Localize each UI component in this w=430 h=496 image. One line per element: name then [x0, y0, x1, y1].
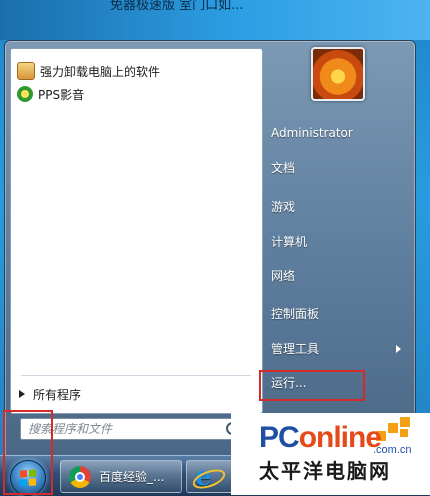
games-link[interactable]: 游戏: [271, 194, 407, 220]
search-input[interactable]: 搜索程序和文件: [20, 418, 243, 440]
all-programs-button[interactable]: 所有程序: [19, 382, 81, 406]
user-name-link[interactable]: Administrator: [271, 120, 407, 146]
watermark-brand: PConline: [259, 421, 382, 454]
program-item-uninstaller[interactable]: 强力卸载电脑上的软件: [17, 60, 160, 82]
ie-icon: e: [190, 464, 228, 492]
programs-pane: 强力卸载电脑上的软件 PPS影音 所有程序: [10, 48, 263, 414]
desktop-background: 免器极速版 室门口如...: [0, 0, 430, 40]
admin-tools-link[interactable]: 管理工具: [271, 336, 407, 362]
run-highlight-box: [259, 370, 365, 401]
watermark-cn-text: 太平洋电脑网: [259, 459, 391, 483]
submenu-arrow-icon: [396, 345, 401, 353]
start-menu: 强力卸载电脑上的软件 PPS影音 所有程序 搜索程序和文件 Administra…: [4, 40, 416, 457]
all-programs-label: 所有程序: [33, 387, 82, 402]
documents-link[interactable]: 文档: [271, 155, 407, 181]
desktop-caption: 免器极速版 室门口如...: [110, 0, 244, 13]
uninstall-icon: [17, 62, 35, 80]
divider: [21, 375, 251, 376]
network-link[interactable]: 网络: [271, 263, 407, 289]
program-label: 强力卸载电脑上的软件: [40, 64, 161, 79]
pconline-watermark: PConline .com.cn 太平洋电脑网: [231, 413, 430, 495]
user-avatar[interactable]: [311, 47, 365, 101]
taskbar-button-ie[interactable]: e: [186, 460, 234, 493]
taskbar-button-label: 百度经验_...: [99, 470, 165, 484]
program-label: PPS影音: [38, 87, 85, 102]
triangle-right-icon: [19, 390, 25, 398]
watermark-logo-blocks: [376, 417, 422, 443]
admin-tools-label: 管理工具: [271, 342, 320, 356]
control-panel-link[interactable]: 控制面板: [271, 301, 407, 327]
taskbar-button-browser[interactable]: 百度经验_...: [60, 460, 182, 493]
program-item-pps[interactable]: PPS影音: [17, 83, 84, 105]
computer-link[interactable]: 计算机: [271, 229, 407, 255]
chrome-icon: [69, 465, 91, 488]
pps-icon: [17, 86, 33, 102]
start-highlight-box: [3, 410, 53, 495]
